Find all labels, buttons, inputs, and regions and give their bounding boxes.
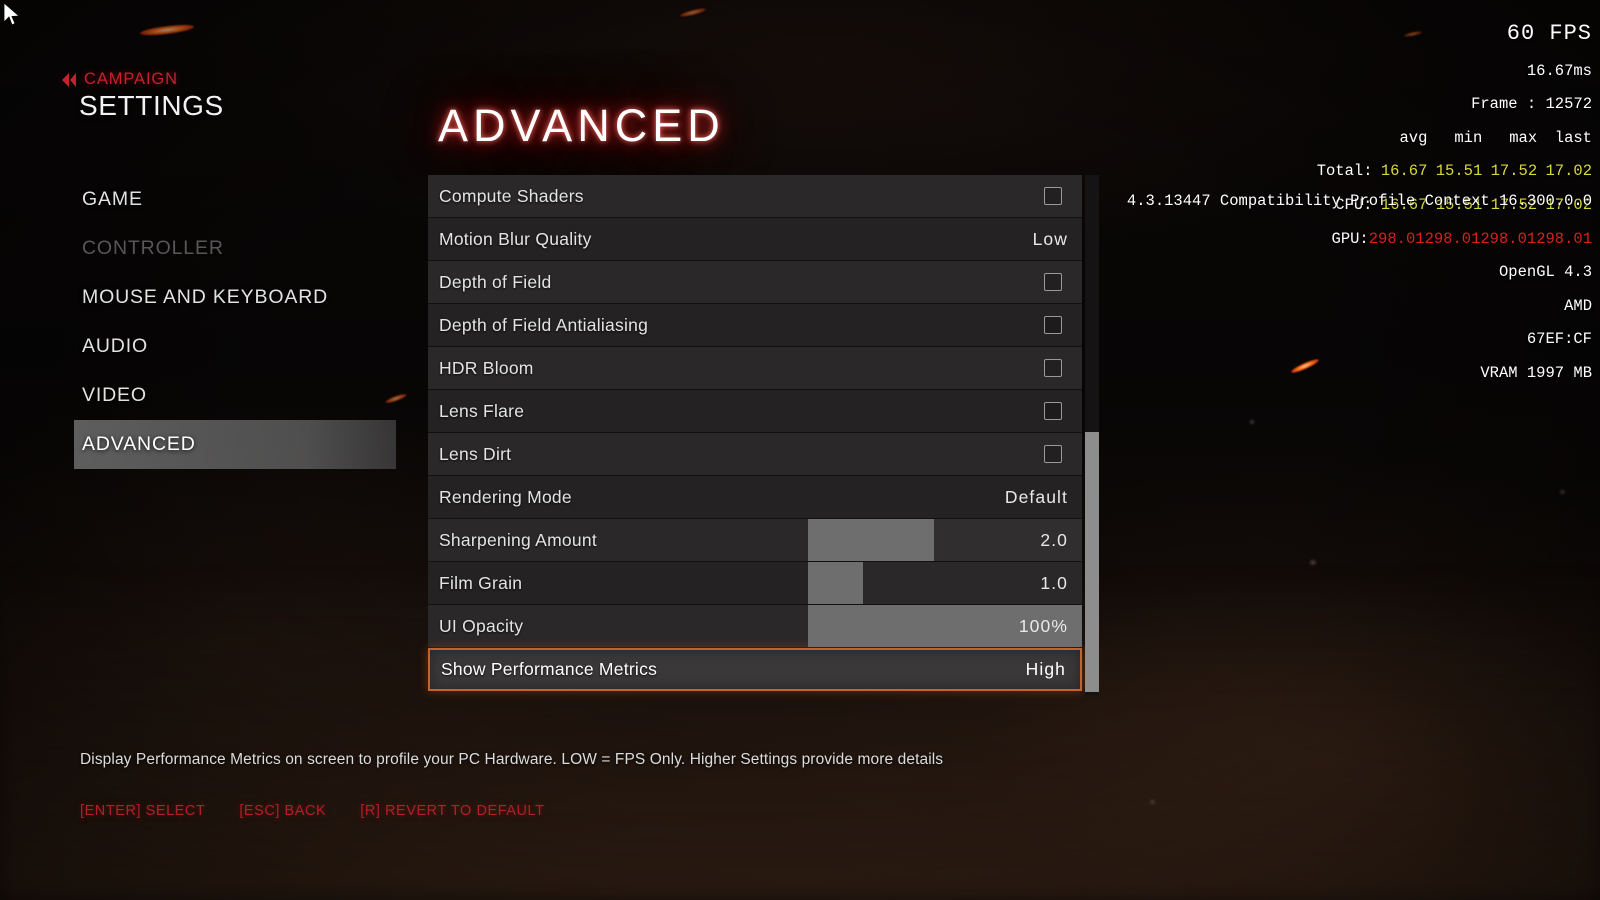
checkbox-lens-flare[interactable]	[1044, 402, 1062, 420]
checkbox-lens-dirt[interactable]	[1044, 445, 1062, 463]
slider-fill-sharpening-amount[interactable]	[808, 519, 935, 561]
section-title: ADVANCED	[438, 100, 725, 151]
perf-gpu-min: 298.01	[1424, 229, 1481, 248]
setting-label: Rendering Mode	[439, 486, 572, 507]
sidebar-item-label: VIDEO	[82, 384, 147, 406]
setting-label: Depth of Field Antialiasing	[439, 314, 649, 335]
sidebar-item-label: GAME	[82, 188, 143, 210]
setting-value: 100%	[1018, 615, 1068, 636]
sidebar-item-audio[interactable]: AUDIO	[74, 322, 396, 371]
setting-value: Low	[1032, 228, 1068, 249]
setting-label: Lens Flare	[439, 400, 525, 421]
perf-gpu-label: GPU:	[1331, 229, 1369, 248]
setting-label: Sharpening Amount	[439, 529, 597, 550]
perf-gpu-avg: 298.01	[1368, 229, 1425, 248]
setting-value: High	[1025, 659, 1066, 679]
setting-row-sharpening-amount[interactable]: Sharpening Amount 2.0	[428, 519, 1082, 562]
double-chevron-left-icon	[62, 72, 76, 87]
setting-description: Display Performance Metrics on screen to…	[80, 751, 944, 768]
settings-scrollbar-thumb[interactable]	[1085, 432, 1099, 692]
perf-total-min: 15.51	[1435, 162, 1483, 181]
back-label: CAMPAIGN	[84, 70, 178, 88]
perf-gpu-row: GPU:298.01298.01298.01298.01	[1317, 229, 1592, 248]
setting-label: Motion Blur Quality	[439, 228, 592, 249]
setting-row-film-grain[interactable]: Film Grain 1.0	[428, 562, 1082, 605]
setting-row-depth-of-field-antialiasing[interactable]: Depth of Field Antialiasing	[428, 304, 1082, 347]
perf-frame-count: Frame : 12572	[1471, 95, 1592, 114]
setting-label: UI Opacity	[439, 615, 524, 636]
settings-list: Compute Shaders Motion Blur Quality Low …	[428, 175, 1082, 691]
setting-value: Default	[1004, 486, 1068, 507]
checkbox-depth-of-field-antialiasing[interactable]	[1044, 316, 1062, 334]
back-to-campaign-button[interactable]: CAMPAIGN	[62, 70, 224, 89]
perf-col-avg: avg	[1399, 128, 1428, 147]
perf-api: OpenGL 4.3	[1498, 263, 1592, 282]
sidebar-item-game[interactable]: GAME	[74, 175, 396, 224]
setting-row-depth-of-field[interactable]: Depth of Field	[428, 261, 1082, 304]
setting-value: 1.0	[1040, 572, 1068, 593]
setting-label: Depth of Field	[439, 271, 552, 292]
setting-label: HDR Bloom	[439, 357, 534, 378]
setting-row-ui-opacity[interactable]: UI Opacity 100%	[428, 605, 1082, 648]
sidebar-item-label: ADVANCED	[82, 433, 196, 455]
setting-row-show-performance-metrics[interactable]: Show Performance Metrics High	[428, 648, 1082, 691]
perf-col-max: max	[1509, 128, 1538, 147]
setting-label: Compute Shaders	[439, 185, 584, 206]
key-hints-bar: [ENTER] SELECT [ESC] BACK [R] REVERT TO …	[80, 803, 545, 819]
setting-row-rendering-mode[interactable]: Rendering Mode Default	[428, 476, 1082, 519]
perf-vendor: AMD	[1564, 296, 1592, 315]
setting-row-lens-flare[interactable]: Lens Flare	[428, 390, 1082, 433]
perf-driver-context: 4.3.13447 Compatibility Profile Context …	[1126, 192, 1592, 210]
sidebar-item-controller[interactable]: CONTROLLER	[74, 224, 396, 273]
sidebar-item-label: MOUSE AND KEYBOARD	[82, 286, 329, 308]
setting-label: Show Performance Metrics	[441, 659, 658, 679]
hint-back[interactable]: [ESC] BACK	[239, 803, 326, 819]
checkbox-compute-shaders[interactable]	[1044, 187, 1062, 205]
perf-frametime: 16.67ms	[1526, 61, 1592, 80]
perf-gpu-max: 298.01	[1480, 229, 1537, 248]
perf-total-row: Total: 16.67 15.51 17.52 17.02	[1317, 163, 1592, 180]
setting-row-compute-shaders[interactable]: Compute Shaders	[428, 175, 1082, 218]
settings-sidebar: GAME CONTROLLER MOUSE AND KEYBOARD AUDIO…	[74, 175, 396, 469]
perf-total-last: 17.02	[1545, 162, 1592, 181]
perf-gpu-last: 298.01	[1536, 229, 1592, 248]
sidebar-item-mouse-and-keyboard[interactable]: MOUSE AND KEYBOARD	[74, 273, 396, 322]
hint-revert-to-default[interactable]: [R] REVERT TO DEFAULT	[360, 803, 544, 819]
sidebar-item-label: CONTROLLER	[82, 237, 224, 259]
setting-value: 2.0	[1040, 529, 1068, 550]
hint-select[interactable]: [ENTER] SELECT	[80, 803, 205, 819]
slider-fill-film-grain[interactable]	[808, 562, 863, 604]
checkbox-depth-of-field[interactable]	[1044, 273, 1062, 291]
perf-fps: 60 FPS	[1506, 20, 1592, 46]
perf-total-label: Total:	[1316, 162, 1373, 181]
setting-row-lens-dirt[interactable]: Lens Dirt	[428, 433, 1082, 476]
sidebar-item-advanced[interactable]: ADVANCED	[74, 420, 396, 469]
sidebar-item-label: AUDIO	[82, 335, 149, 357]
checkbox-hdr-bloom[interactable]	[1044, 359, 1062, 377]
mouse-cursor-icon	[3, 2, 20, 26]
setting-row-motion-blur-quality[interactable]: Motion Blur Quality Low	[428, 218, 1082, 261]
setting-row-hdr-bloom[interactable]: HDR Bloom	[428, 347, 1082, 390]
perf-col-min: min	[1454, 128, 1483, 147]
perf-vram: VRAM 1997 MB	[1480, 363, 1592, 382]
perf-total-max: 17.52	[1490, 162, 1538, 181]
setting-label: Lens Dirt	[439, 443, 512, 464]
perf-col-last: last	[1554, 128, 1592, 147]
page-heading: SETTINGS	[79, 90, 224, 121]
perf-total-avg: 16.67	[1380, 162, 1428, 181]
sidebar-item-video[interactable]: VIDEO	[74, 371, 396, 420]
perf-column-headers: avg min max last	[1317, 128, 1592, 147]
setting-label: Film Grain	[439, 572, 523, 593]
perf-device-id: 67EF:CF	[1526, 330, 1592, 349]
settings-header: CAMPAIGN SETTINGS	[62, 70, 224, 122]
